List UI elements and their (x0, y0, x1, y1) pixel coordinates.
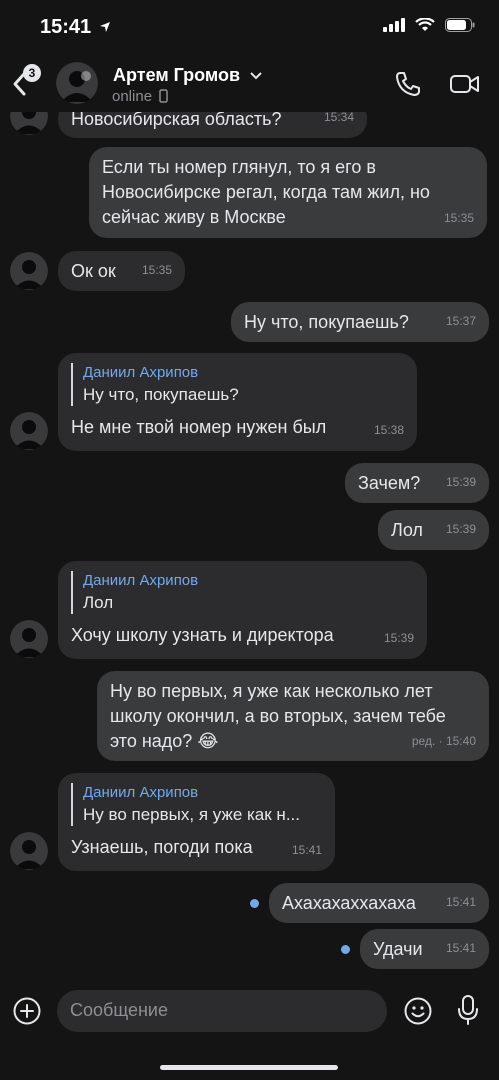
message-time: 15:41 (445, 941, 476, 955)
sender-avatar[interactable] (10, 620, 48, 658)
message-text: Если ты номер глянул, то я его в Новосиб… (102, 157, 430, 227)
message-outgoing[interactable]: Ну во первых, я уже как несколько лет шк… (97, 671, 489, 761)
message-incoming-reply[interactable]: Даниил Ахрипов Ну что, покупаешь? Не мне… (58, 353, 417, 451)
message-time: 15:41 (445, 895, 476, 909)
message-text: Ну что, покупаешь? (244, 312, 409, 332)
message-time: 15:39 (383, 631, 414, 645)
battery-icon (445, 18, 475, 32)
unread-dot (341, 945, 350, 954)
reply-quote[interactable]: Даниил Ахрипов Ну что, покупаешь? (71, 363, 404, 406)
emoji-icon[interactable] (403, 996, 433, 1026)
message-time: 15:41 (291, 843, 322, 857)
message-text: Ну во первых, я уже как несколько лет шк… (110, 681, 446, 751)
sender-avatar[interactable] (10, 252, 48, 290)
message-incoming[interactable]: Ок ок 15:35 (58, 251, 185, 291)
reply-author: Даниил Ахрипов (83, 784, 199, 801)
reply-quote[interactable]: Даниил Ахрипов Ну во первых, я уже как н… (71, 783, 322, 826)
contact-name[interactable]: Артем Громов (113, 65, 263, 86)
message-text: Узнаешь, погоди пока (71, 837, 253, 857)
device-icon (159, 89, 168, 103)
phone-icon[interactable] (394, 70, 422, 98)
contact-name-text: Артем Громов (113, 65, 241, 85)
message-time: ред. · 15:40 (411, 734, 476, 748)
add-icon[interactable] (12, 996, 42, 1026)
message-time: 15:39 (445, 475, 476, 489)
contact-status-text: online (112, 88, 153, 105)
message-text: Зачем? (358, 473, 421, 493)
message-input-placeholder: Сообщение (70, 1000, 168, 1020)
message-outgoing[interactable]: Зачем? 15:39 (345, 463, 489, 503)
reply-text: Ну что, покупаешь? (83, 385, 239, 404)
message-time: 15:35 (141, 263, 172, 277)
message-text: Удачи (373, 939, 423, 959)
message-time: 15:37 (445, 314, 476, 328)
message-time: 15:38 (373, 423, 404, 437)
message-text: Новосибирская область? (71, 109, 282, 129)
message-text: Ахахахаххахаха (282, 893, 416, 913)
location-arrow-icon (99, 22, 110, 32)
video-icon[interactable] (449, 72, 481, 96)
reply-text: Ну во первых, я уже как н... (83, 805, 300, 824)
contact-status: online (112, 88, 168, 105)
signal-icon (383, 18, 405, 32)
status-time-text: 15:41 (40, 16, 92, 38)
status-time: 15:41 (40, 16, 111, 39)
reply-quote[interactable]: Даниил Ахрипов Лол (71, 571, 414, 614)
message-text: Хочу школу узнать и директора (71, 625, 334, 645)
reply-author: Даниил Ахрипов (83, 364, 199, 381)
message-text: Не мне твой номер нужен был (71, 417, 327, 437)
message-time: 15:35 (443, 211, 474, 225)
unread-dot (250, 899, 259, 908)
home-indicator (160, 1065, 338, 1070)
unread-badge: 3 (23, 64, 41, 82)
message-outgoing[interactable]: Лол 15:39 (378, 510, 489, 550)
message-incoming-reply[interactable]: Даниил Ахрипов Лол Хочу школу узнать и д… (58, 561, 427, 659)
message-outgoing[interactable]: Если ты номер глянул, то я его в Новосиб… (89, 147, 487, 238)
message-outgoing[interactable]: Удачи 15:41 (360, 929, 489, 969)
mic-icon[interactable] (455, 994, 481, 1026)
chevron-down-icon (250, 72, 262, 80)
sender-avatar[interactable] (10, 412, 48, 450)
contact-avatar[interactable] (56, 62, 98, 104)
message-text: Лол (391, 520, 423, 540)
message-outgoing[interactable]: Ну что, покупаешь? 15:37 (231, 302, 489, 342)
message-incoming-reply[interactable]: Даниил Ахрипов Ну во первых, я уже как н… (58, 773, 335, 871)
wifi-icon (415, 18, 435, 31)
message-time: 15:39 (445, 522, 476, 536)
message-text: Ок ок (71, 261, 116, 281)
status-icons (383, 18, 475, 32)
reply-author: Даниил Ахрипов (83, 572, 199, 589)
reply-text: Лол (83, 593, 114, 612)
sender-avatar[interactable] (10, 832, 48, 870)
message-outgoing[interactable]: Ахахахаххахаха 15:41 (269, 883, 489, 923)
